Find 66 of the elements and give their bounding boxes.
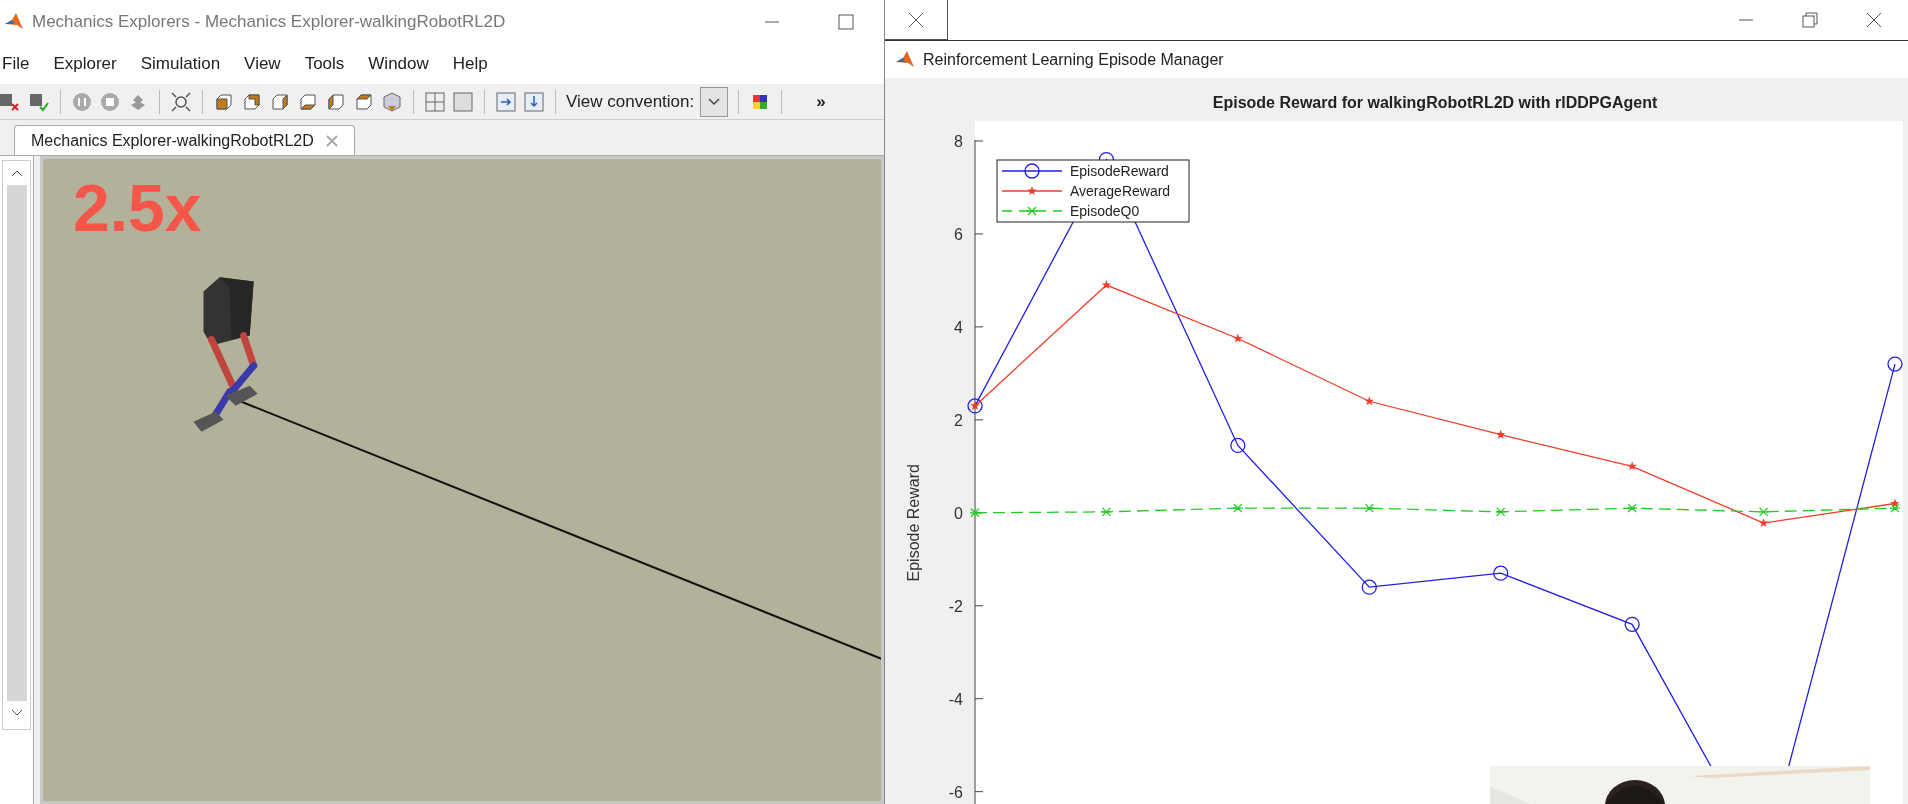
restore-icon[interactable] bbox=[1802, 12, 1818, 28]
legend-label: EpisodeReward bbox=[1070, 163, 1169, 179]
data-marker bbox=[1363, 503, 1375, 513]
data-marker bbox=[1361, 579, 1377, 595]
chart-title: Episode Reward for walkingRobotRL2D with rlDDPGAgent bbox=[1212, 94, 1658, 111]
legend-label: AverageReward bbox=[1070, 183, 1171, 199]
tab-label: Mechanics Explorer-walkingRobotRL2D bbox=[31, 130, 314, 151]
arrow-down-icon[interactable] bbox=[523, 90, 545, 113]
data-marker bbox=[1757, 507, 1770, 517]
data-marker bbox=[1887, 356, 1903, 372]
y-tick-label: 0 bbox=[954, 504, 963, 522]
data-marker bbox=[1100, 507, 1113, 517]
data-marker bbox=[1758, 518, 1769, 528]
data-marker bbox=[1624, 616, 1640, 632]
single-view-icon[interactable] bbox=[452, 90, 474, 113]
grid-view-icon[interactable] bbox=[424, 90, 446, 113]
toolbar-overflow[interactable]: » bbox=[816, 88, 826, 115]
view-convention-label: View convention: bbox=[566, 90, 695, 113]
scroll-up-icon bbox=[10, 169, 23, 177]
data-marker bbox=[1626, 503, 1638, 513]
view-convention-dropdown[interactable] bbox=[700, 86, 729, 117]
pause-icon[interactable] bbox=[71, 90, 93, 113]
chevron-down-icon bbox=[708, 97, 721, 106]
data-marker bbox=[1889, 503, 1901, 513]
cube-icon[interactable] bbox=[381, 90, 403, 113]
y-tick-label: 8 bbox=[954, 133, 963, 150]
data-marker bbox=[1364, 396, 1375, 406]
stop-icon[interactable] bbox=[99, 90, 121, 113]
menu-item[interactable]: Tools bbox=[302, 51, 367, 77]
scrollbar[interactable] bbox=[2, 160, 31, 730]
menu-item[interactable]: Explorer bbox=[51, 51, 139, 77]
menu-item[interactable]: Help bbox=[450, 51, 510, 77]
data-marker bbox=[1890, 498, 1900, 508]
data-marker bbox=[1230, 437, 1246, 454]
playback-speed-text: 2.5x bbox=[73, 175, 202, 241]
menu-item[interactable]: Window bbox=[366, 51, 451, 77]
data-marker bbox=[1232, 503, 1244, 513]
data-marker bbox=[969, 508, 981, 518]
data-marker bbox=[1233, 333, 1243, 343]
y-axis-label: Episode Reward bbox=[905, 464, 922, 582]
logo-icon bbox=[895, 49, 915, 70]
y-tick-label: -4 bbox=[948, 690, 963, 708]
menu-item[interactable]: File bbox=[0, 51, 52, 77]
episode-manager-title: Reinforcement Learning Episode Manager bbox=[923, 49, 1224, 70]
y-tick-label: -2 bbox=[948, 597, 963, 615]
data-marker bbox=[1495, 507, 1507, 517]
data-marker bbox=[1627, 461, 1637, 471]
zoom-fit-icon[interactable] bbox=[170, 90, 192, 113]
document-tab[interactable]: Mechanics Explorer-walkingRobotRL2D bbox=[14, 125, 355, 155]
y-tick-label: -6 bbox=[948, 783, 963, 801]
arrow-right-icon[interactable] bbox=[495, 90, 517, 113]
scroll-down-icon bbox=[10, 709, 23, 717]
menu-item[interactable]: Simulation bbox=[138, 51, 243, 77]
data-marker bbox=[1495, 429, 1506, 439]
menu-item[interactable]: View bbox=[242, 51, 303, 77]
window-title: Mechanics Explorers - Mechanics Explorer-walkingRobotRL2D bbox=[32, 11, 506, 34]
close-icon[interactable] bbox=[1866, 12, 1882, 28]
y-tick-label: 6 bbox=[954, 225, 963, 243]
y-tick-label: 4 bbox=[954, 318, 963, 336]
logo-icon bbox=[4, 12, 24, 32]
legend-label: EpisodeQ0 bbox=[1070, 203, 1140, 219]
close-icon[interactable] bbox=[908, 11, 924, 28]
maximize-icon[interactable] bbox=[838, 14, 854, 30]
y-tick-label: 2 bbox=[954, 411, 963, 429]
data-marker bbox=[1101, 280, 1112, 290]
data-marker bbox=[1493, 565, 1509, 581]
